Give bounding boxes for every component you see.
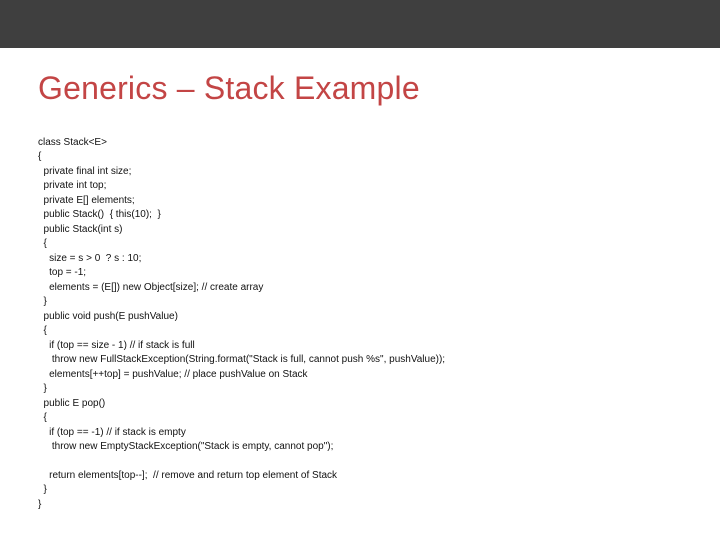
code-line: private final int size;: [38, 166, 131, 177]
code-line: throw new EmptyStackException("Stack is …: [38, 441, 333, 452]
code-line: elements = (E[]) new Object[size]; // cr…: [38, 282, 263, 293]
code-line: {: [38, 238, 47, 249]
code-line: return elements[top--]; // remove and re…: [38, 470, 337, 481]
code-line: public Stack() { this(10); }: [38, 209, 161, 220]
code-line: private int top;: [38, 180, 106, 191]
code-line: {: [38, 151, 41, 162]
code-line: }: [38, 296, 47, 307]
code-line: private E[] elements;: [38, 195, 135, 206]
blank-line: [38, 455, 682, 469]
code-line: if (top == -1) // if stack is empty: [38, 427, 186, 438]
slide-title: Generics – Stack Example: [38, 70, 682, 107]
code-line: elements[++top] = pushValue; // place pu…: [38, 369, 308, 380]
code-block: class Stack<E> { private final int size;…: [38, 121, 682, 527]
code-line: top = -1;: [38, 267, 86, 278]
code-line: }: [38, 484, 47, 495]
code-line: throw new FullStackException(String.form…: [38, 354, 445, 365]
code-line: {: [38, 412, 47, 423]
code-line: public void push(E pushValue): [38, 311, 178, 322]
code-line: if (top == size - 1) // if stack is full: [38, 340, 195, 351]
code-line: public Stack(int s): [38, 224, 122, 235]
code-line: }: [38, 499, 41, 510]
top-band: [0, 0, 720, 48]
code-line: size = s > 0 ? s : 10;: [38, 253, 141, 264]
code-line: {: [38, 325, 47, 336]
code-line: }: [38, 383, 47, 394]
slide-body: Generics – Stack Example class Stack<E> …: [0, 70, 720, 527]
code-line: class Stack<E>: [38, 137, 107, 148]
code-line: public E pop(): [38, 398, 105, 409]
